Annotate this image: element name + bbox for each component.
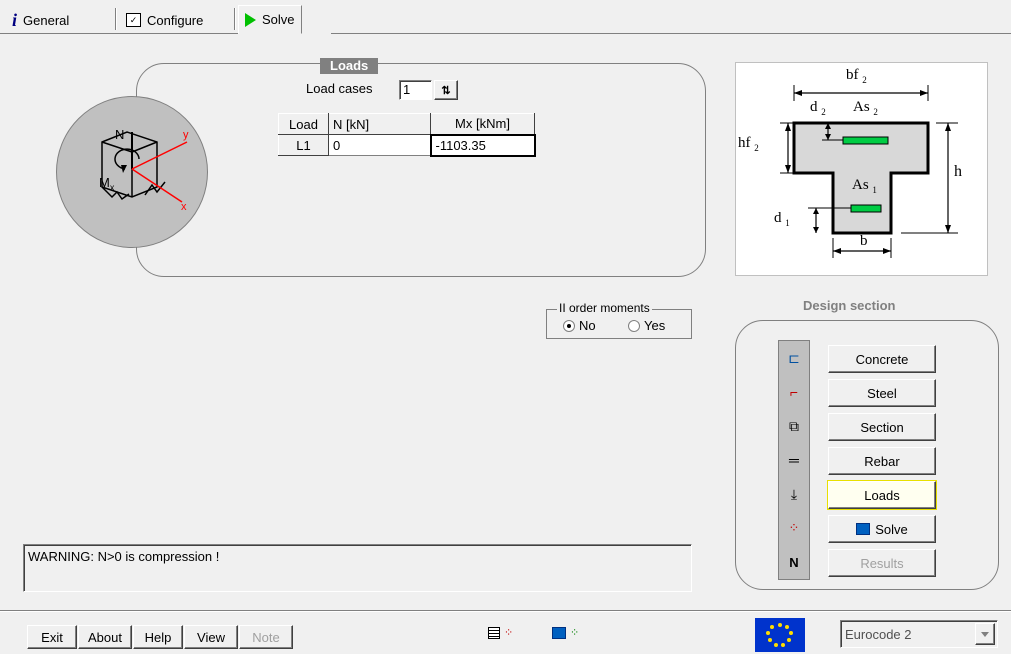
section-button[interactable]: Section [828,413,936,441]
results-button[interactable]: Results [828,549,936,577]
label-as2: As 2 [853,99,878,117]
section-shapes-icon[interactable]: ⧉ [783,415,805,437]
load-cases-value: 1 [403,82,411,97]
loads-button[interactable]: Loads [827,480,937,510]
row-header-l1[interactable]: L1 [278,134,329,156]
info-icon: i [12,9,18,30]
radio-no-label: No [579,318,596,333]
label-hf: hf 2 [738,135,759,153]
solve-dots-icon[interactable]: ⁘ [783,517,805,539]
second-order-title: II order moments [557,301,652,315]
load-cases-label: Load cases [306,81,373,96]
label-d2: d 2 [810,99,826,117]
status-icon-1[interactable]: ⁘ [488,626,513,639]
loads-icon[interactable]: ⤓ [783,483,805,505]
tab-solve[interactable]: Solve [238,5,302,34]
label-h: h [954,163,962,180]
concrete-diagram-icon[interactable]: ⊏ [783,347,805,369]
eu-stars-icon [766,623,793,647]
col-header-n[interactable]: N [kN] [328,113,431,135]
steel-button[interactable]: Steel [828,379,936,407]
radio-yes-indicator[interactable] [628,319,640,332]
bottom-divider [0,610,1011,612]
solve-button-label: Solve [875,521,908,537]
calculator-icon [856,523,871,535]
code-select-arrow[interactable] [975,623,995,645]
help-button[interactable]: Help [133,625,183,649]
calculator-status-icon [552,626,566,639]
checklist-icon: ✓ [126,13,141,27]
design-section-title: Design section [803,298,896,313]
loads-table: Load N [kN] Mx [kNm] L1 0 -1103.35 [278,113,536,157]
play-icon [245,12,256,27]
label-bf: bf 2 [846,67,867,85]
eu-flag-logo [755,618,805,652]
label-as1: As 1 [852,177,877,195]
label-b: b [860,233,868,249]
radio-no[interactable]: No [563,318,596,333]
tab-configure[interactable]: ✓ Configure [120,6,209,34]
status-icon-2[interactable]: ⁘ [552,626,579,639]
table-row: L1 0 -1103.35 [278,133,536,157]
label-d1: d 1 [774,210,790,228]
col-header-load[interactable]: Load [278,113,329,135]
load-cases-spinner[interactable]: ⇅ [434,80,458,100]
tab-general-label: General [23,12,70,28]
diagram-y-label: y [183,129,189,141]
code-select-value: Eurocode 2 [845,626,912,642]
cell-mx[interactable]: -1103.35 [429,133,536,157]
about-button[interactable]: About [78,625,132,649]
loads-diagram: N Mx y x [56,96,208,248]
radio-yes-label: Yes [644,318,666,333]
dots-icon: ⁘ [504,627,514,639]
exit-button[interactable]: Exit [27,625,77,649]
cell-n[interactable]: 0 [328,134,431,156]
note-button[interactable]: Note [239,625,293,649]
code-select[interactable]: Eurocode 2 [840,620,998,648]
tab-configure-label: Configure [147,12,204,28]
axes-cube-icon [101,131,188,203]
solve-button[interactable]: Solve [828,515,936,543]
steel-diagram-icon[interactable]: ⌐ [783,381,805,403]
tab-solve-label: Solve [262,12,295,27]
table-header-row: Load N [kN] Mx [kNm] [278,113,535,135]
radio-yes[interactable]: Yes [628,318,665,333]
dots-icon-2: ⁘ [570,627,580,639]
rebar-icon[interactable]: ═ [783,449,805,471]
col-header-mx[interactable]: Mx [kNm] [430,113,535,135]
diagram-n-label: N [115,127,125,142]
warning-text: WARNING: N>0 is compression ! [28,549,220,564]
tab-bar: i General ✓ Configure Solve [0,0,1011,34]
list-icon [488,626,500,639]
tool-strip: ⊏ ⌐ ⧉ ═ ⤓ ⁘ N [778,340,810,580]
tab-general[interactable]: i General [6,6,75,34]
diagram-x-label: x [181,201,187,213]
rebar-button[interactable]: Rebar [828,447,936,475]
section-diagram: bf 2 d 2 As 2 hf 2 h As 1 d 1 b [735,62,988,276]
chevron-down-icon [981,631,989,637]
spin-arrows-icon: ⇅ [441,84,451,97]
warning-box: WARNING: N>0 is compression ! [23,544,692,592]
concrete-button[interactable]: Concrete [828,345,936,373]
diagram-mx-label: Mx [99,175,115,193]
view-button[interactable]: View [184,625,238,649]
n-icon[interactable]: N [783,551,805,573]
load-cases-input[interactable]: 1 [399,80,432,100]
radio-no-indicator[interactable] [563,319,575,332]
loads-title: Loads [320,58,379,74]
